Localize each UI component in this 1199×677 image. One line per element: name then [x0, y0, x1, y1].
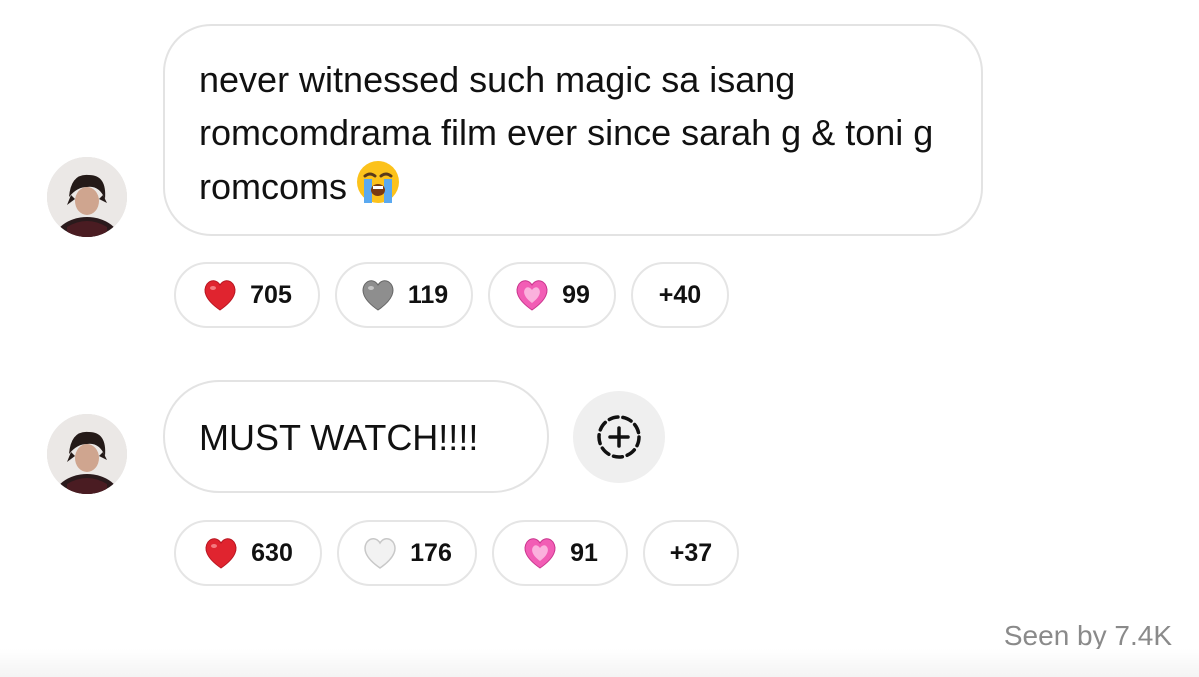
reaction-pill-grey-heart[interactable]: 119 [335, 262, 473, 328]
message-bubble[interactable]: never witnessed such magic sa isang romc… [163, 24, 983, 236]
reaction-row: 705 119 99 +40 [174, 262, 729, 328]
add-reaction-icon [597, 415, 641, 459]
more-reactions-button[interactable]: +40 [631, 262, 729, 328]
reaction-count: 99 [562, 280, 590, 309]
seen-by-count: Seen by 7.4K [1003, 620, 1172, 651]
loudly-crying-face-icon [355, 159, 401, 219]
reaction-pill-red-heart[interactable]: 630 [174, 520, 322, 586]
message-bubble[interactable]: MUST WATCH!!!! [163, 380, 549, 493]
reaction-pill-pink-heart[interactable]: 91 [492, 520, 628, 586]
avatar[interactable] [47, 414, 127, 494]
add-reaction-button[interactable] [573, 391, 665, 483]
grey-heart-icon [362, 280, 394, 311]
reaction-count: 119 [407, 280, 449, 309]
message-text: never witnessed such magic sa isang romc… [199, 59, 934, 207]
message-text: MUST WATCH!!!! [199, 417, 479, 458]
pink-heart-icon [516, 280, 548, 311]
more-reactions-count: +37 [669, 538, 713, 567]
reaction-count: 176 [410, 538, 452, 567]
more-reactions-count: +40 [658, 280, 702, 309]
bottom-fade [0, 649, 1199, 677]
reaction-count: 705 [250, 280, 292, 309]
reaction-row: 630 176 91 +37 [174, 520, 739, 586]
pink-heart-icon [524, 538, 556, 569]
reaction-pill-red-heart[interactable]: 705 [174, 262, 320, 328]
avatar[interactable] [47, 157, 127, 237]
reaction-count: 630 [251, 538, 293, 567]
reaction-pill-white-heart[interactable]: 176 [337, 520, 477, 586]
more-reactions-button[interactable]: +37 [643, 520, 739, 586]
reaction-count: 91 [570, 538, 598, 567]
reaction-pill-pink-heart[interactable]: 99 [488, 262, 616, 328]
red-heart-icon [205, 538, 237, 569]
red-heart-icon [204, 280, 236, 311]
white-heart-icon [364, 538, 396, 569]
